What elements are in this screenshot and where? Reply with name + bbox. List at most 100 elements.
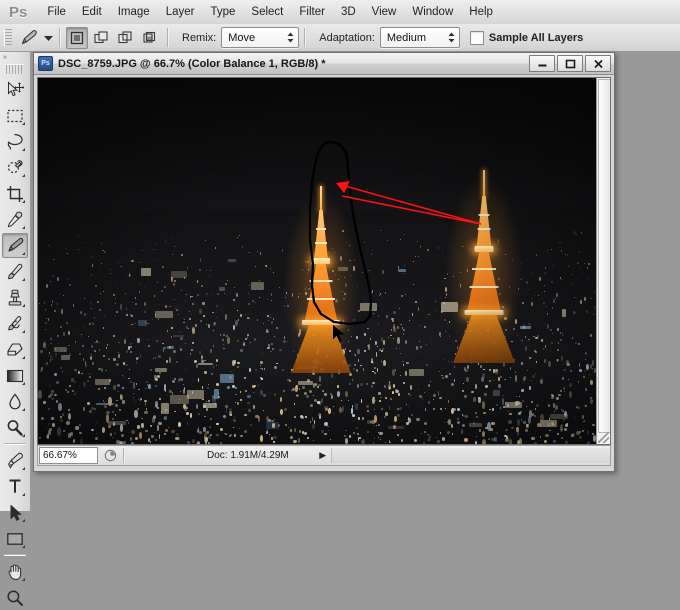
photoshop-logo: Ps — [0, 4, 39, 21]
menu-window[interactable]: Window — [404, 3, 461, 21]
tool-submenu-indicator — [22, 278, 25, 281]
zoom-level-input[interactable]: 66.67% — [39, 447, 98, 464]
canvas-vertical-scrollbar[interactable] — [596, 78, 610, 444]
menu-filter[interactable]: Filter — [291, 3, 333, 21]
canvas-resize-grip[interactable] — [598, 432, 609, 443]
menu-view[interactable]: View — [364, 3, 405, 21]
status-bar-filler — [331, 448, 610, 463]
tool-submenu-indicator — [22, 122, 25, 125]
sample-all-layers-checkbox[interactable] — [470, 31, 484, 45]
path-selection-tool[interactable] — [2, 500, 28, 525]
patch-tool-icon[interactable] — [16, 27, 42, 49]
options-bar: Remix: Move Adaptation: Medium — [0, 24, 680, 52]
tool-preset-caret-icon[interactable] — [42, 27, 54, 49]
menu-type[interactable]: Type — [202, 3, 243, 21]
tool-submenu-indicator — [22, 356, 25, 359]
document-image[interactable] — [38, 78, 596, 444]
menu-image[interactable]: Image — [110, 3, 158, 21]
canvas-area[interactable] — [37, 77, 611, 445]
selection-mode-group — [66, 27, 162, 49]
zoom-tool[interactable] — [2, 585, 28, 610]
content-aware-move-tool[interactable] — [2, 233, 28, 258]
history-brush-tool[interactable] — [2, 311, 28, 336]
toolbox: » — [0, 52, 31, 511]
toolbox-divider-2 — [4, 554, 26, 556]
scrollbar-thumb[interactable] — [598, 79, 611, 433]
tool-submenu-indicator — [22, 382, 25, 385]
lasso-tool[interactable] — [2, 129, 28, 154]
menu-select[interactable]: Select — [243, 3, 291, 21]
tool-submenu-indicator — [22, 148, 25, 151]
brush-tool[interactable] — [2, 259, 28, 284]
maximize-button[interactable] — [557, 55, 583, 72]
minimize-button[interactable] — [529, 55, 555, 72]
photoshop-document-icon: Ps — [38, 56, 53, 71]
tool-submenu-indicator — [22, 200, 25, 203]
rectangle-tool[interactable] — [2, 526, 28, 551]
gradient-tool[interactable] — [2, 363, 28, 388]
tool-submenu-indicator — [22, 174, 25, 177]
adaptation-dropdown[interactable]: Medium — [380, 27, 460, 48]
document-window: Ps DSC_8759.JPG @ 66.7% (Color Balance 1… — [33, 52, 615, 472]
intersect-with-selection-button[interactable] — [138, 27, 160, 49]
remix-spinner-icon — [286, 30, 295, 44]
options-separator-1 — [59, 28, 61, 47]
adaptation-spinner-icon — [447, 30, 456, 44]
add-to-selection-button[interactable] — [90, 27, 112, 49]
tool-submenu-indicator — [22, 493, 25, 496]
adaptation-label: Adaptation: — [319, 32, 375, 44]
subtract-from-selection-button[interactable] — [114, 27, 136, 49]
blur-tool[interactable] — [2, 389, 28, 414]
remix-label: Remix: — [182, 32, 216, 44]
options-separator-3 — [304, 28, 306, 47]
image-vignette — [38, 78, 596, 444]
tool-submenu-indicator — [22, 408, 25, 411]
options-bar-grip[interactable] — [4, 29, 12, 46]
menu-3d[interactable]: 3D — [333, 3, 364, 21]
document-status-bar: 66.67% Doc: 1.91M/4.29M ▶ — [37, 445, 611, 466]
photoshop-window: Ps File Edit Image Layer Type Select Fil… — [0, 0, 680, 511]
status-menu-arrow-icon[interactable]: ▶ — [317, 448, 329, 463]
horizontal-type-tool[interactable] — [2, 474, 28, 499]
tool-submenu-indicator — [22, 467, 25, 470]
document-thumbnail-icon[interactable] — [101, 448, 119, 463]
sample-all-layers-control[interactable]: Sample All Layers — [470, 31, 583, 45]
tool-submenu-indicator — [22, 330, 25, 333]
options-separator-2 — [167, 28, 169, 47]
quick-selection-tool[interactable] — [2, 155, 28, 180]
window-buttons — [527, 55, 614, 72]
menu-help[interactable]: Help — [461, 3, 501, 21]
toolbox-divider-1 — [4, 443, 26, 445]
move-tool[interactable] — [2, 77, 28, 102]
sample-all-layers-label: Sample All Layers — [489, 32, 583, 44]
tool-submenu-indicator — [22, 545, 25, 548]
rectangular-marquee-tool[interactable] — [2, 103, 28, 128]
new-selection-button[interactable] — [66, 27, 88, 49]
crop-tool[interactable] — [2, 181, 28, 206]
menu-file[interactable]: File — [39, 3, 74, 21]
eraser-tool[interactable] — [2, 337, 28, 362]
remix-value: Move — [222, 32, 273, 44]
hand-tool[interactable] — [2, 559, 28, 584]
tool-submenu-indicator — [22, 252, 25, 255]
toolbox-expand-button[interactable]: » — [0, 52, 30, 63]
tool-submenu-indicator — [22, 304, 25, 307]
document-title-bar[interactable]: Ps DSC_8759.JPG @ 66.7% (Color Balance 1… — [34, 53, 614, 75]
tool-submenu-indicator — [22, 226, 25, 229]
status-separator — [123, 448, 125, 463]
dodge-tool[interactable] — [2, 415, 28, 440]
eyedropper-tool[interactable] — [2, 207, 28, 232]
pen-tool[interactable] — [2, 448, 28, 473]
tool-submenu-indicator — [22, 519, 25, 522]
menu-bar: Ps File Edit Image Layer Type Select Fil… — [0, 0, 680, 25]
close-button[interactable] — [585, 55, 611, 72]
adaptation-value: Medium — [381, 32, 444, 44]
menu-layer[interactable]: Layer — [158, 3, 203, 21]
document-title: DSC_8759.JPG @ 66.7% (Color Balance 1, R… — [58, 58, 326, 70]
tool-submenu-indicator — [22, 434, 25, 437]
clone-stamp-tool[interactable] — [2, 285, 28, 310]
remix-dropdown[interactable]: Move — [221, 27, 299, 48]
tool-submenu-indicator — [22, 578, 25, 581]
toolbox-grip[interactable] — [6, 64, 24, 74]
menu-edit[interactable]: Edit — [74, 3, 110, 21]
